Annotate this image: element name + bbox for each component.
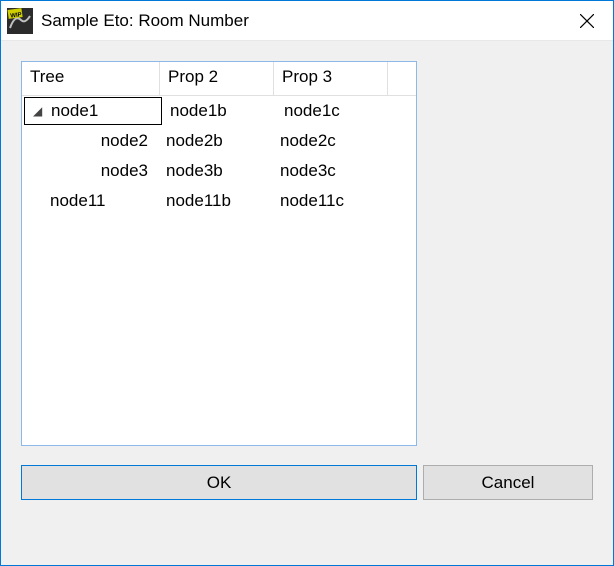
cell-prop3[interactable]: node3c [274,156,388,186]
table-row[interactable]: node2 node2b node2c [22,126,416,156]
cell-prop3[interactable]: node11c [274,186,388,216]
tree-node-label: node3 [78,161,154,181]
header-tree[interactable]: Tree [22,62,160,96]
grid-body: ◢ node1 node1b node1c node2 node2b node2… [22,96,416,216]
titlebar: WIP Sample Eto: Room Number [1,1,613,41]
collapse-icon[interactable]: ◢ [33,104,47,118]
ok-button[interactable]: OK [21,465,417,500]
table-row[interactable]: ◢ node1 node1b node1c [22,96,416,126]
cell-prop3[interactable]: node1c [278,96,392,126]
close-icon [580,14,594,28]
header-prop2[interactable]: Prop 2 [160,62,274,96]
tree-node-label: node2 [78,131,154,151]
table-row[interactable]: node3 node3b node3c [22,156,416,186]
tree-cell[interactable]: node2 [22,126,160,156]
dialog-window: WIP Sample Eto: Room Number Tree Prop 2 … [0,0,614,566]
close-button[interactable] [561,1,613,41]
cell-prop2[interactable]: node11b [160,186,274,216]
tree-node-label: node1 [51,101,98,121]
cancel-button[interactable]: Cancel [423,465,593,500]
dialog-content: Tree Prop 2 Prop 3 ◢ node1 node1b node1c [1,41,613,565]
header-prop3[interactable]: Prop 3 [274,62,388,96]
tree-grid[interactable]: Tree Prop 2 Prop 3 ◢ node1 node1b node1c [21,61,417,446]
cell-prop2[interactable]: node1b [164,96,278,126]
tree-cell[interactable]: node11 [22,186,160,216]
window-title: Sample Eto: Room Number [41,11,561,31]
table-row[interactable]: node11 node11b node11c [22,186,416,216]
cell-prop2[interactable]: node3b [160,156,274,186]
cell-prop3[interactable]: node2c [274,126,388,156]
app-icon: WIP [7,8,33,34]
tree-cell[interactable]: node3 [22,156,160,186]
header-spacer [388,62,416,96]
cell-prop2[interactable]: node2b [160,126,274,156]
tree-node-label: node11 [50,191,105,211]
tree-cell[interactable]: ◢ node1 [24,97,162,125]
grid-header: Tree Prop 2 Prop 3 [22,62,416,96]
button-row: OK Cancel [21,465,593,500]
